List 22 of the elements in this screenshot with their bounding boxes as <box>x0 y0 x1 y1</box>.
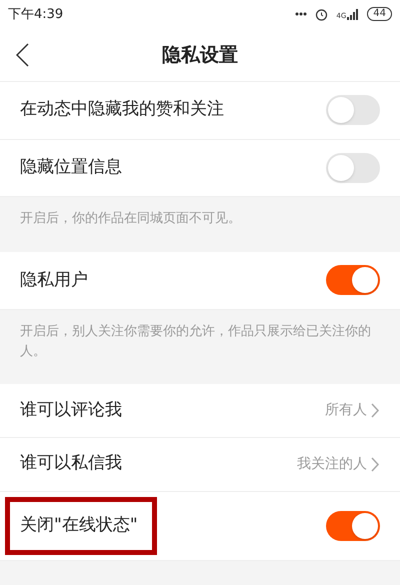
chevron-right-icon <box>371 402 380 418</box>
setting-value: 我关注的人 <box>297 454 367 474</box>
page-title: 隐私设置 <box>162 42 238 68</box>
toggle-switch[interactable] <box>326 152 380 183</box>
toggle-switch[interactable] <box>326 510 380 541</box>
toggle-switch[interactable] <box>326 95 380 126</box>
hint-text: 开启后，你的作品在同城页面不可见。 <box>20 210 242 228</box>
setting-value: 所有人 <box>325 400 367 420</box>
chevron-right-icon <box>371 456 380 472</box>
battery-indicator: 44 <box>367 7 392 22</box>
setting-label: 谁可以评论我 <box>20 398 122 422</box>
setting-label: 在动态中隐藏我的赞和关注 <box>20 98 224 122</box>
signal-icon <box>347 8 360 20</box>
setting-label: 谁可以私信我 <box>20 452 122 476</box>
hint-text: 开启后，别人关注你需要你的允许，作品只展示给已关注你的人。 <box>20 322 372 361</box>
status-time: 下午4:39 <box>8 6 64 24</box>
more-dots-icon <box>295 12 308 16</box>
setting-label: 关闭"在线状态" <box>5 497 157 555</box>
setting-label: 隐藏位置信息 <box>20 156 122 180</box>
setting-label: 隐私用户 <box>20 268 88 292</box>
back-icon[interactable] <box>16 42 29 67</box>
toggle-switch[interactable] <box>326 265 380 296</box>
